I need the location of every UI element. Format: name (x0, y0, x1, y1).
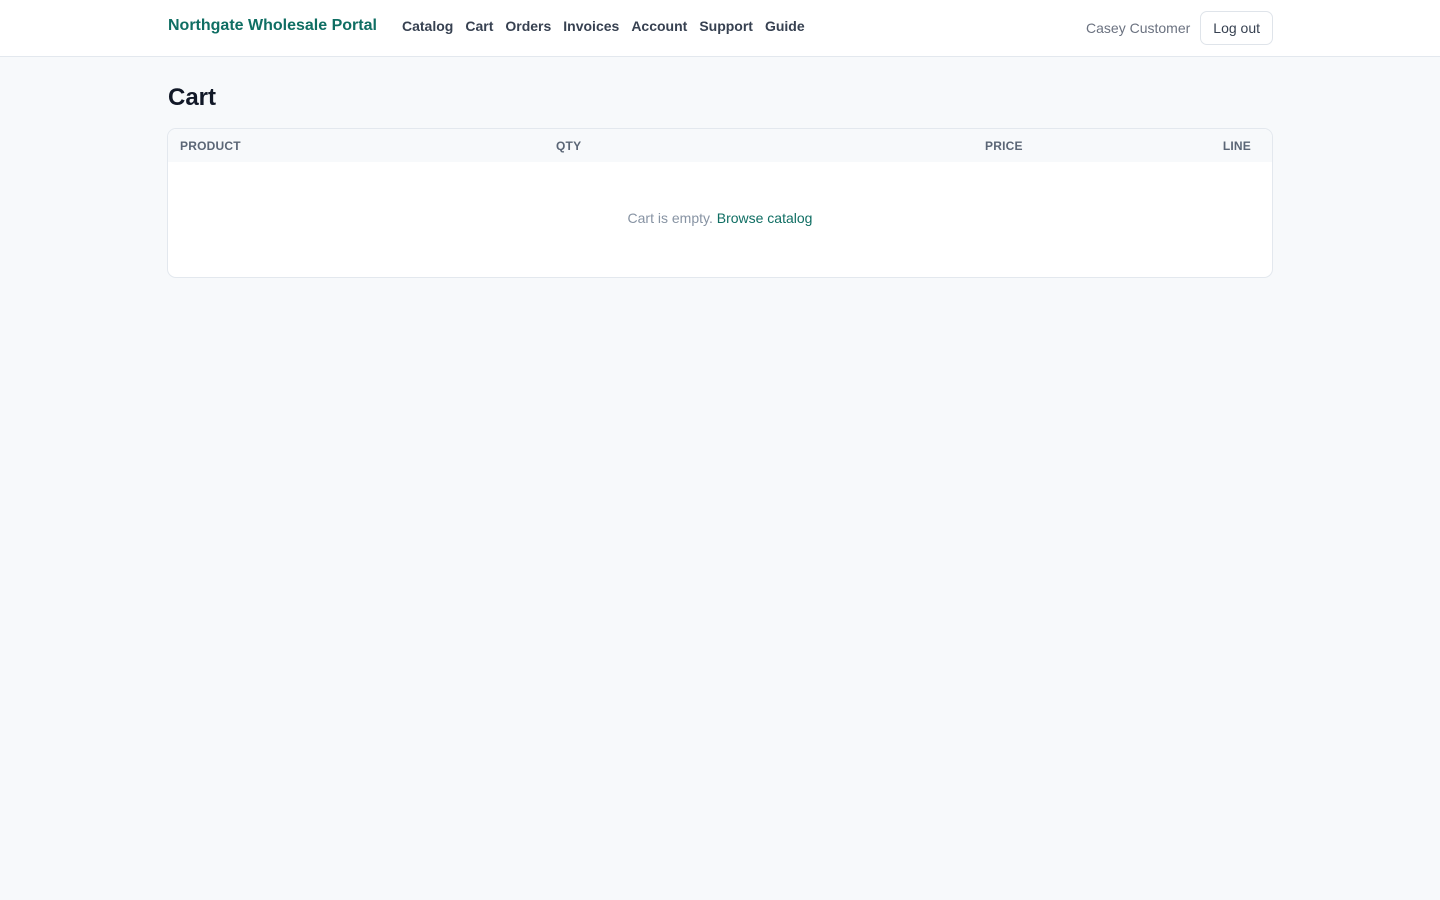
user-area: Casey Customer Log out (1086, 11, 1273, 45)
nav-item: Orders (505, 18, 551, 36)
nav-link-catalog[interactable]: Catalog (402, 18, 453, 34)
brand-link[interactable]: Northgate Wholesale Portal (168, 17, 377, 35)
nav-link-orders[interactable]: Orders (505, 18, 551, 34)
nav-list: Catalog Cart Orders Invoices Account Sup… (402, 18, 805, 36)
current-user-name: Casey Customer (1086, 20, 1191, 36)
nav-item: Support (699, 18, 753, 36)
column-header-qty: QTY (556, 139, 582, 153)
nav-link-guide[interactable]: Guide (765, 18, 805, 34)
top-navigation-bar: Northgate Wholesale Portal Catalog Cart … (0, 0, 1440, 57)
nav-item: Cart (465, 18, 493, 36)
nav-item: Account (631, 18, 687, 36)
page-title: Cart (168, 84, 217, 111)
nav-link-support[interactable]: Support (699, 18, 753, 34)
empty-cart-message: Cart is empty. Browse catalog (168, 210, 1272, 226)
column-header-line: LINE (1222, 139, 1251, 153)
cart-table-header: PRODUCT QTY PRICE LINE (168, 129, 1272, 162)
logout-button[interactable]: Log out (1200, 11, 1273, 45)
nav-link-account[interactable]: Account (631, 18, 687, 34)
column-header-price: PRICE (985, 139, 1023, 153)
column-header-product: PRODUCT (180, 139, 241, 153)
cart-table-card: PRODUCT QTY PRICE LINE Cart is empty. Br… (167, 128, 1273, 278)
nav-item: Catalog (402, 18, 453, 36)
nav-item: Guide (765, 18, 805, 36)
nav-item: Invoices (563, 18, 619, 36)
nav-link-invoices[interactable]: Invoices (563, 18, 619, 34)
browse-catalog-link[interactable]: Browse catalog (717, 210, 813, 226)
nav-link-cart[interactable]: Cart (465, 18, 493, 34)
empty-cart-text: Cart is empty. (627, 210, 713, 226)
